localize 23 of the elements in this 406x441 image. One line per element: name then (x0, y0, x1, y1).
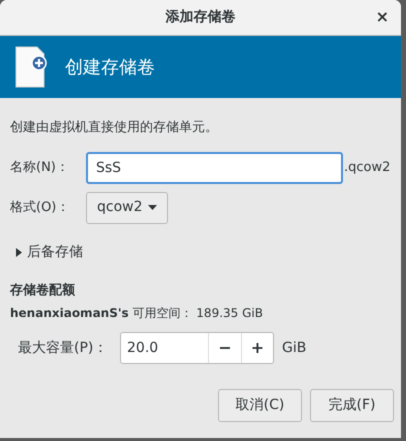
new-document-icon (15, 46, 47, 88)
format-dropdown[interactable]: qcow2 (86, 192, 168, 224)
unit-text: GiB (282, 338, 306, 358)
expander-icon (16, 248, 22, 256)
window-title: 添加存储卷 (166, 8, 236, 27)
dialog-button[interactable]: 取消(C) (218, 389, 302, 422)
extension-text: .qcow2 (344, 158, 390, 177)
available-space-text: henanxiaomanS's 可用空间： 189.35 GiB (10, 305, 264, 322)
description-text: 创建由虚拟机直接使用的存储单元。 (10, 119, 219, 137)
close-button[interactable]: × (376, 8, 389, 26)
capacity-spinner[interactable]: 20.0 − + (120, 332, 274, 364)
capacity-label: 最大容量(P)： (18, 338, 108, 358)
header-title: 创建存储卷 (65, 56, 155, 80)
name-label: 名称(N)： (10, 158, 70, 177)
caret-icon (148, 205, 157, 210)
decrement-button[interactable]: − (208, 333, 241, 363)
capacity-value: 20.0 (126, 338, 160, 358)
quota-heading: 存储卷配额 (10, 282, 76, 300)
backing-store-expander[interactable]: 后备存储 (16, 242, 83, 262)
increment-button[interactable]: + (241, 333, 273, 363)
name-field[interactable]: SsS (86, 152, 343, 184)
dialog-button[interactable]: 完成(F) (310, 389, 394, 422)
format-label: 格式(O)： (10, 198, 70, 217)
